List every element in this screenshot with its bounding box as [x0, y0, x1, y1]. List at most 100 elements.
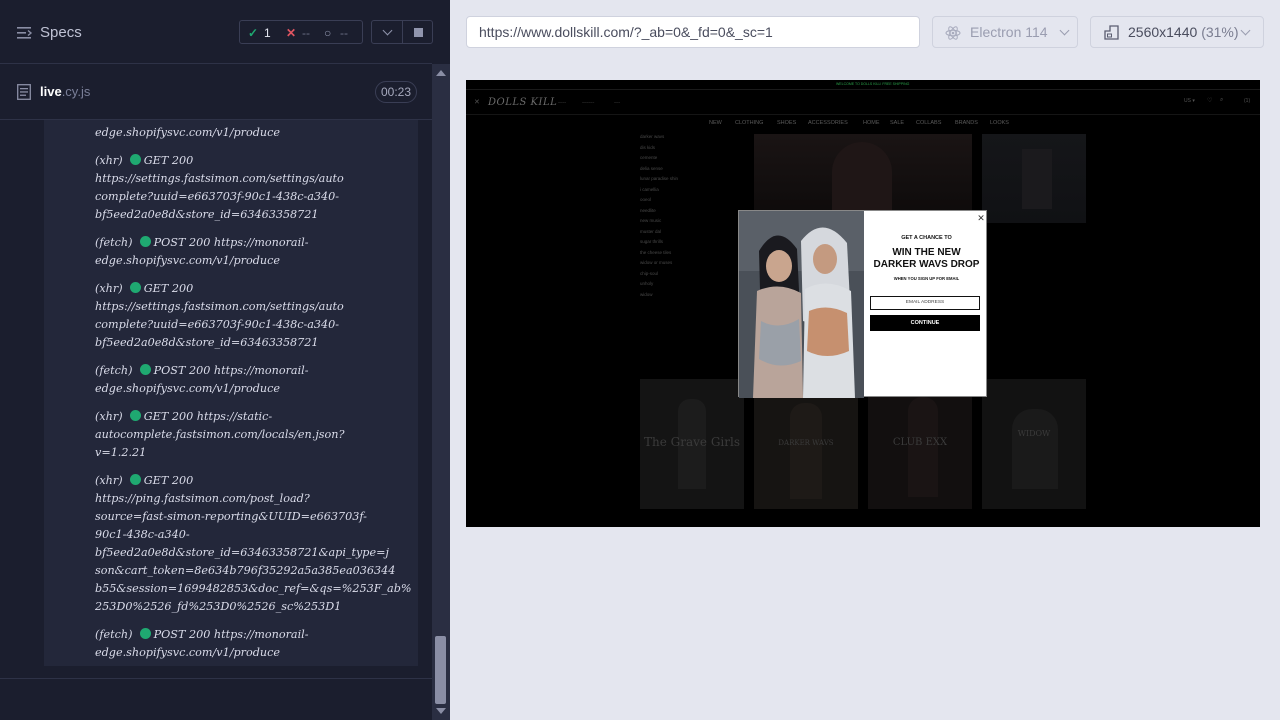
specs-header: Specs ✓ 1 ✕ -- ○ --: [0, 0, 433, 64]
category-link[interactable]: widow or muses: [640, 260, 672, 265]
nav-item[interactable]: LOOKS: [990, 120, 1009, 126]
chevron-down-icon: [1240, 25, 1251, 36]
test-stats: ✓ 1 ✕ -- ○ --: [239, 20, 363, 44]
category-link[interactable]: needlite: [640, 208, 656, 213]
spec-file-name: live.cy.js: [40, 84, 91, 99]
chevron-down-icon: [382, 25, 393, 36]
category-link[interactable]: new music: [640, 218, 661, 223]
log-scrollbar[interactable]: [432, 64, 450, 720]
continue-button[interactable]: CONTINUE: [870, 315, 980, 331]
category-link[interactable]: lunar paradise shin: [640, 176, 678, 181]
category-link[interactable]: ooeol: [640, 197, 651, 202]
log-entry[interactable]: edge.shopifysvc.com/v1/produce: [95, 124, 417, 142]
nav-item[interactable]: CLOTHING: [735, 120, 763, 126]
category-link[interactable]: the cheese tiles: [640, 250, 671, 255]
popup-title: WIN THE NEW DARKER WAVS DROP: [873, 247, 980, 270]
viewport-label: 2560x1440 (31%): [1128, 24, 1239, 40]
log-entry[interactable]: (xhr) GET 200 https://ping.fastsimon.com…: [95, 472, 417, 616]
failed-stat: ✕ --: [286, 25, 310, 41]
category-link[interactable]: chip-soul: [640, 271, 658, 276]
hero-image[interactable]: [982, 134, 1086, 223]
category-link[interactable]: sugar thrills: [640, 239, 663, 244]
ruler-icon: [1104, 25, 1119, 40]
viewport-selector[interactable]: 2560x1440 (31%): [1090, 16, 1264, 48]
log-entry[interactable]: (fetch) POST 200 https://monorail- edge.…: [95, 626, 417, 662]
category-link[interactable]: unholy: [640, 281, 653, 286]
header-link[interactable]: ~~~~~~: [582, 101, 594, 105]
category-link[interactable]: i camellia: [640, 187, 659, 192]
hero-image[interactable]: [754, 134, 972, 214]
browser-label: Electron 114: [970, 24, 1048, 40]
browser-selector[interactable]: Electron 114: [932, 16, 1078, 48]
stop-icon: [414, 28, 423, 37]
log-entry[interactable]: (xhr) GET 200 https://settings.fastsimon…: [95, 280, 417, 352]
category-link[interactable]: delia sense: [640, 166, 663, 171]
models-photo: [739, 211, 864, 398]
collection-tile[interactable]: The Grave Girls: [640, 379, 744, 509]
reporter-footer: [0, 678, 432, 720]
collection-tile[interactable]: CLUB EXX: [868, 379, 972, 509]
nav-item[interactable]: SHOES: [777, 120, 796, 126]
document-icon: [17, 84, 31, 100]
category-link[interactable]: darker wavs: [640, 134, 664, 139]
pending-stat: ○ --: [324, 25, 348, 41]
command-log-list: edge.shopifysvc.com/v1/produce (xhr) GET…: [44, 120, 418, 666]
passed-stat: ✓ 1: [248, 25, 271, 41]
run-timer: 00:23: [375, 81, 417, 103]
chevron-down-icon: [1059, 25, 1070, 36]
app-under-test-frame[interactable]: WELCOME TO DOLLS KILL! FREE SHIPPING ✕ D…: [466, 80, 1260, 527]
site-nav: NEW CLOTHING SHOES ACCESSORIES HOME SALE…: [466, 120, 1260, 130]
failed-count: --: [302, 26, 310, 40]
toggle-auto-scroll-button[interactable]: [371, 20, 403, 44]
search-icon[interactable]: ⌕: [1220, 97, 1223, 104]
electron-icon: [945, 26, 961, 40]
heart-icon[interactable]: ♡: [1207, 97, 1212, 104]
status-dot-icon: [139, 364, 151, 375]
stop-button[interactable]: [402, 20, 433, 44]
log-entry[interactable]: (fetch) POST 200 https://monorail- edge.…: [95, 362, 417, 398]
nav-item[interactable]: SALE: [890, 120, 904, 126]
nav-item[interactable]: ACCESSORIES: [808, 120, 848, 126]
collection-tile[interactable]: WIDOW: [982, 379, 1086, 509]
nav-item[interactable]: BRANDS: [955, 120, 978, 126]
category-link[interactable]: widow: [640, 292, 653, 297]
status-dot-icon: [129, 474, 141, 485]
menu-list-icon[interactable]: [17, 26, 33, 40]
pending-count: --: [340, 26, 348, 40]
category-link[interactable]: muster dal: [640, 229, 661, 234]
cart-icon[interactable]: (1): [1244, 98, 1250, 104]
collection-tile[interactable]: DARKER WAVS: [754, 379, 858, 509]
url-bar[interactable]: https://www.dollskill.com/?_ab=0&_fd=0&_…: [466, 16, 920, 48]
region-selector[interactable]: US ▾: [1184, 98, 1195, 104]
scroll-down-arrow-icon[interactable]: [436, 708, 446, 714]
log-entry[interactable]: (xhr) GET 200 https://settings.fastsimon…: [95, 152, 417, 224]
site-logo[interactable]: DOLLS KILL: [488, 97, 557, 108]
scrollbar-thumb[interactable]: [435, 636, 446, 704]
specs-title[interactable]: Specs: [40, 24, 82, 41]
log-entry[interactable]: (xhr) GET 200 https://static- autocomple…: [95, 408, 417, 462]
passed-count: 1: [264, 26, 271, 40]
email-field[interactable]: EMAIL ADDRESS: [870, 296, 980, 310]
nav-item[interactable]: HOME: [863, 120, 880, 126]
popup-kicker: GET A CHANCE TO: [901, 235, 952, 241]
scroll-up-arrow-icon[interactable]: [436, 70, 446, 76]
popup-subtitle: WHEN YOU SIGN UP FOR EMAIL: [893, 276, 960, 281]
header-link[interactable]: ~~~~: [558, 101, 566, 105]
nav-item[interactable]: COLLABS: [916, 120, 941, 126]
category-link[interactable]: cemente: [640, 155, 657, 160]
promo-banner: WELCOME TO DOLLS KILL! FREE SHIPPING: [466, 80, 1260, 90]
nav-item[interactable]: NEW: [709, 120, 722, 126]
category-link[interactable]: dis kids: [640, 145, 655, 150]
close-icon[interactable]: ✕: [474, 98, 480, 106]
close-icon[interactable]: ✕: [976, 213, 986, 223]
command-log: edge.shopifysvc.com/v1/produce (xhr) GET…: [0, 120, 432, 678]
log-entry[interactable]: (fetch) POST 200 https://monorail- edge.…: [95, 234, 417, 270]
header-link[interactable]: ~~~: [614, 101, 620, 105]
check-icon: ✓: [248, 26, 259, 40]
site-header: ✕ DOLLS KILL ~~~~ ~~~~~~ ~~~ US ▾ ♡ ⌕ (1…: [466, 91, 1260, 115]
reporter-panel: Specs ✓ 1 ✕ -- ○ -- live.cy.js 00:23 edg…: [0, 0, 450, 720]
spec-file-row[interactable]: live.cy.js 00:23: [0, 65, 432, 120]
status-dot-icon: [139, 236, 151, 247]
status-dot-icon: [129, 410, 141, 421]
status-dot-icon: [129, 282, 141, 293]
